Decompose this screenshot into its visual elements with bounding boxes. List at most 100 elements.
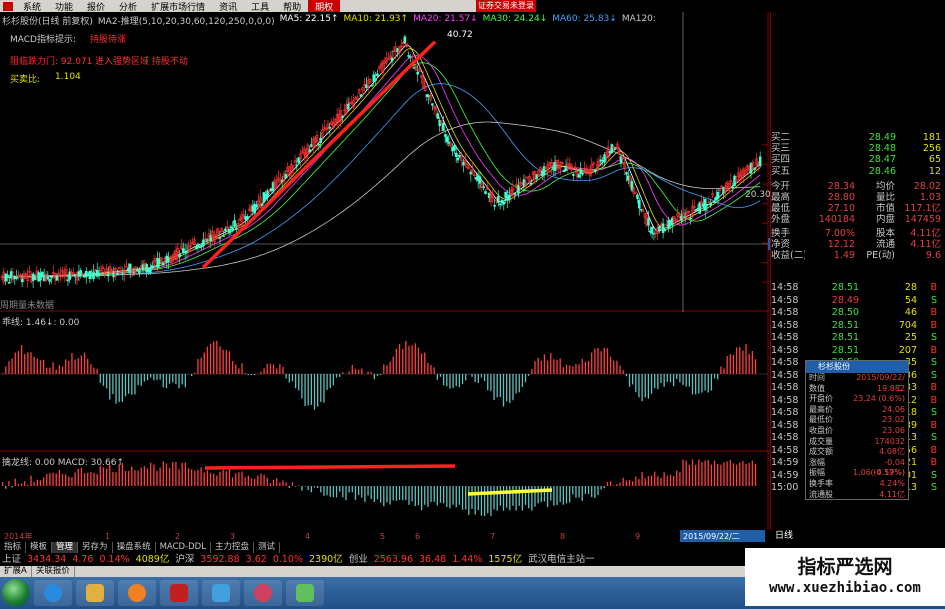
bias-bar [46,367,48,374]
tab-5[interactable]: MACD-DDL [156,542,211,553]
macd-bar [739,462,741,486]
indicator-tab-bar: 指标 模板 管理 另存为 操盘系统 MACD-DDL 主力控盘 测试 [0,542,770,553]
menu-item-0[interactable]: 系统 [16,0,48,13]
bias-bar [524,374,527,383]
macd-bar [465,486,467,510]
macd-bar [439,486,442,503]
menu-item-5[interactable]: 资讯 [212,0,244,13]
bias-bar [559,358,561,374]
bias-bar [172,374,174,383]
bias-bar [540,360,542,374]
stat-value: 147459 [904,214,941,226]
candle [33,277,37,280]
tab-3[interactable]: 另存为 [78,542,113,553]
menu-item-4[interactable]: 扩展市场行情 [144,0,212,13]
bias-bar [405,340,407,374]
ie-browser-icon[interactable] [34,580,72,606]
tab-6[interactable]: 主力控盘 [211,542,254,553]
bias-bar [27,352,29,374]
macd-bar [36,479,38,486]
bias-bar [578,364,580,374]
menu-item-2[interactable]: 报价 [80,0,112,13]
bias-bar [115,374,117,404]
macd-bar [735,464,738,486]
menu-item-1[interactable]: 功能 [48,0,80,13]
date-axis-label: 5 [380,532,385,541]
candle-info-popup[interactable]: 杉杉股份 时间 2015/09/22/二 数值 19.882 开盘价 23.24 (0.6… [805,360,909,500]
bias-bar [269,363,272,374]
tab-2[interactable]: 管理 [52,542,79,553]
app-icon-6[interactable] [244,580,282,606]
bias-bar [562,367,564,374]
macd-bar [446,486,448,507]
popup-row: 时间 2015/09/22/二 [806,373,908,393]
tick-side: S [930,294,937,306]
resist-label: 阻临跌力门: 92.071 [10,57,93,67]
macd-bar [550,486,552,501]
macd-bar [591,486,593,498]
macd-bar [408,486,410,505]
tick-row: 14:58 28.51 25 S [771,332,945,345]
macd-bar [222,470,224,486]
bias-bar [638,374,640,398]
candle [579,168,582,174]
macd-bar [458,486,461,505]
period-label[interactable]: 日线 [770,530,798,542]
tick-price: 28.51 [831,282,859,293]
bias-bar [461,374,464,385]
tick-row: 14:58 28.50 46 B [771,307,945,320]
app-icon-5[interactable] [202,580,240,606]
popup-label: 最低价 [809,415,833,425]
candle [513,192,517,195]
app-icon-7[interactable] [286,580,324,606]
menu-item-options[interactable]: 期权 [308,0,341,13]
macd-bar [156,470,158,486]
macd-bar [480,486,483,516]
bias-bar [165,374,168,389]
bias-bar [622,370,624,374]
tab-1[interactable]: 模板 [26,542,53,553]
file-explorer-icon[interactable] [76,580,114,606]
media-player-icon[interactable] [118,580,156,606]
tab-4[interactable]: 操盘系统 [113,542,156,553]
macd-bar [332,486,335,498]
macd-bar [474,486,476,515]
candle [308,149,311,153]
bias-bar [587,361,590,374]
candle [15,276,18,279]
bias-bar [197,359,199,374]
macd-bar [165,463,168,486]
macd-bar [266,477,268,486]
popup-value: 23.24 (0.6%) [852,394,905,404]
bias-bar [512,374,514,401]
login-status[interactable]: 证券交易未登录 [476,0,536,12]
bias-panel[interactable]: 4.002.000.00-2.00-4.00 [0,312,770,452]
menu-item-7[interactable]: 帮助 [276,0,308,13]
tab-0[interactable]: 指标 [0,542,27,553]
stock-app-icon[interactable] [160,580,198,606]
macd-bar [339,486,341,492]
tab-7[interactable]: 测试 [254,542,280,553]
candle [498,203,502,206]
subtab-1[interactable]: 关联报价 [32,566,75,577]
bias-bar [326,374,328,390]
bias-bar [191,374,193,377]
bias-bar [357,369,360,374]
macd-bar [329,486,331,497]
menu-item-6[interactable]: 工具 [244,0,276,13]
start-button-icon[interactable] [2,579,30,607]
tick-side: B [930,444,937,456]
popup-row: 涨幅 -0.04 (-0.17%) [806,458,908,478]
macd-bar [524,486,527,505]
macd-bar [628,480,631,486]
macd-bar [307,486,309,490]
bias-bar [307,374,309,406]
macd-bar [17,483,20,486]
candle [284,174,288,179]
bias-bar [380,374,382,375]
subtab-0[interactable]: 扩展A [0,566,32,577]
candle [454,152,458,157]
bias-bar [490,374,492,392]
popup-label: 成交量 [809,436,833,446]
menu-item-3[interactable]: 分析 [112,0,144,13]
